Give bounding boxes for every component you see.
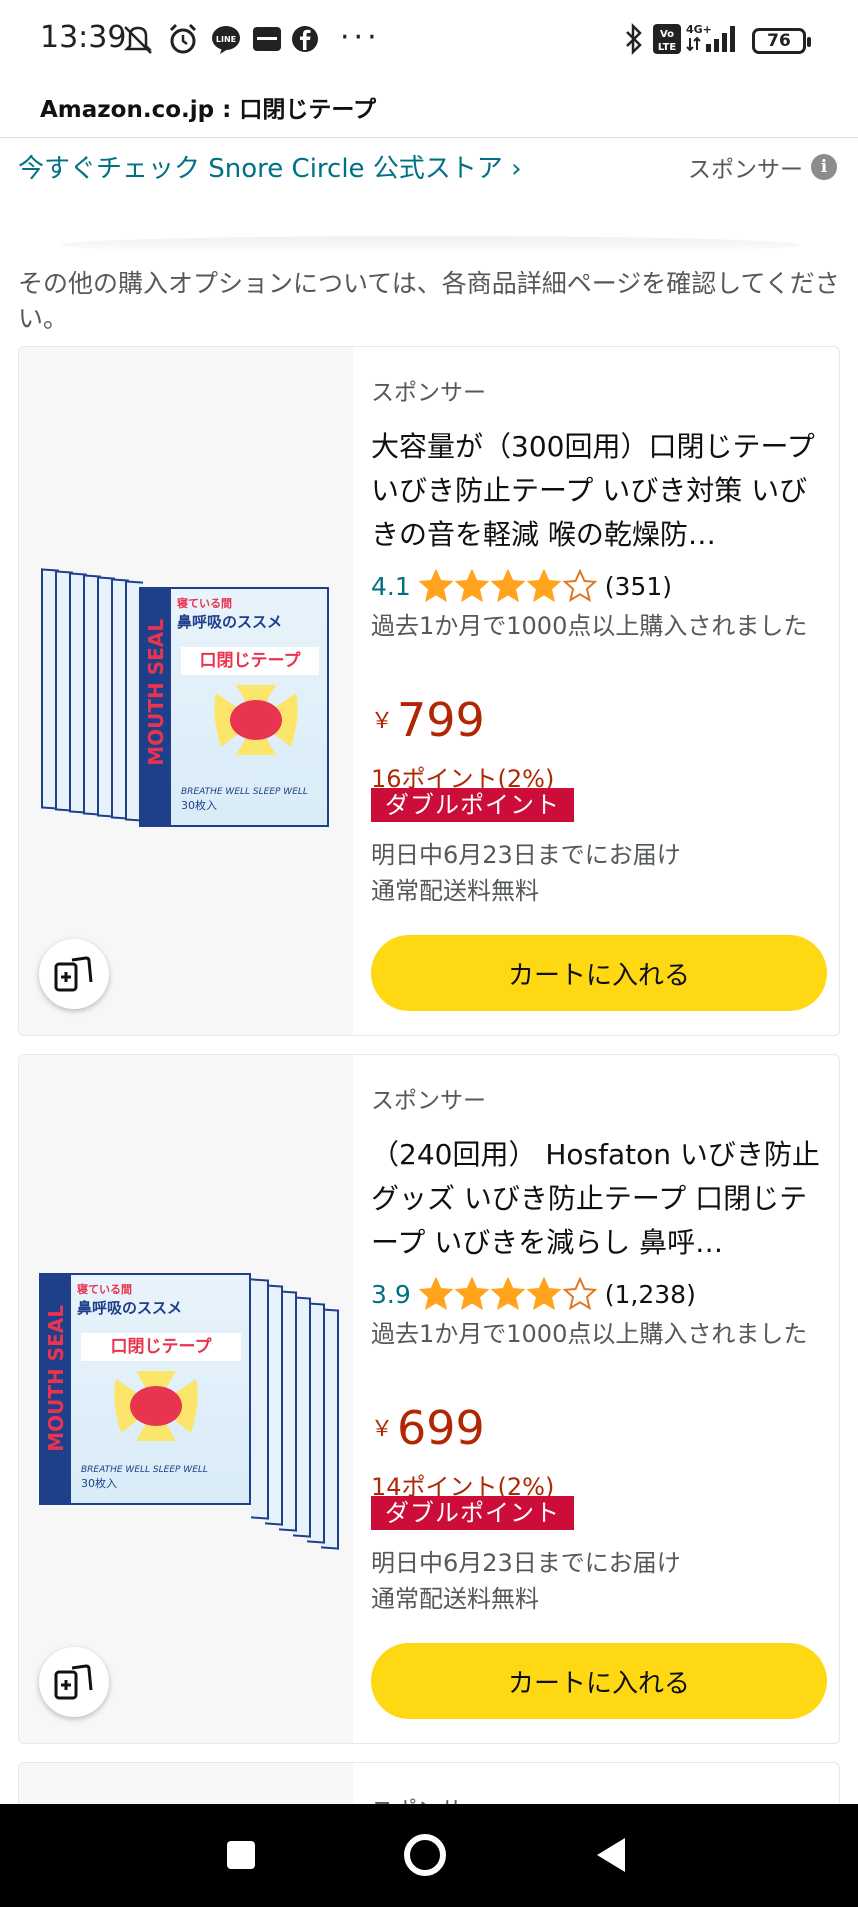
alarm-icon — [166, 22, 200, 56]
star-rating — [418, 1277, 597, 1311]
double-points-badge: ダブルポイント — [371, 1496, 574, 1530]
status-time: 13:39 — [40, 20, 127, 55]
price-amount: 699 — [397, 1401, 485, 1455]
info-icon[interactable]: i — [811, 154, 837, 180]
shipping-fee: 通常配送料無料 — [371, 877, 539, 905]
store-link[interactable]: 今すぐチェック Snore Circle 公式ストア › — [18, 148, 521, 185]
mute-icon — [120, 22, 156, 56]
review-count: (1,238) — [604, 1279, 696, 1309]
star-full-icon — [454, 569, 489, 603]
store-sponsor[interactable]: スポンサー i — [688, 150, 837, 184]
page-title-bar: Amazon.co.jp : 口閉じテープ — [0, 80, 858, 138]
star-full-icon — [526, 1277, 561, 1311]
add-to-cart-button[interactable]: カートに入れる — [371, 1643, 827, 1719]
price-amount: 799 — [397, 693, 485, 747]
compare-button[interactable] — [39, 939, 109, 1009]
svg-text:4G+: 4G+ — [686, 23, 712, 36]
battery-level: 76 — [767, 31, 791, 51]
facebook-icon — [290, 22, 320, 56]
package-tagline: 寝ている間 — [177, 597, 232, 610]
recents-icon — [227, 1841, 255, 1869]
star-full-icon — [454, 1277, 489, 1311]
package-count: 30枚入 — [181, 799, 217, 812]
price: ￥ 699 — [371, 1401, 485, 1455]
star-full-icon — [490, 569, 525, 603]
package-slogan: BREATHE WELL SLEEP WELL — [181, 787, 308, 797]
signal-icon: 4G+ — [686, 22, 742, 56]
package-slogan: BREATHE WELL SLEEP WELL — [81, 1465, 208, 1475]
bluetooth-icon — [622, 22, 646, 56]
add-compare-icon — [54, 1664, 93, 1700]
package-header: 寝ている間 鼻呼吸のススメ — [177, 595, 323, 635]
rating-value: 3.9 — [371, 1279, 411, 1309]
line-icon: LINE — [210, 22, 242, 56]
delivery-info: 明日中6月23日までにお届け 通常配送料無料 — [371, 1545, 681, 1617]
overflow-dots: ··· — [340, 20, 381, 55]
volte-icon: Vo LTE — [652, 22, 682, 56]
back-button[interactable] — [588, 1832, 634, 1878]
options-note: その他の購入オプションについては、各商品詳細ページを確認してください。 — [18, 269, 840, 333]
home-button[interactable] — [402, 1832, 448, 1878]
package-tagline: 寝ている間 — [77, 1283, 132, 1296]
product-image[interactable]: MOUTH SEAL 寝ている間 鼻呼吸のススメ 口閉じテープ 30枚入 BRE… — [19, 1055, 353, 1743]
star-empty-icon — [562, 569, 597, 603]
product-card[interactable]: MOUTH SEAL 寝ている間 鼻呼吸のススメ 口閉じテープ 30枚入 BRE… — [18, 1054, 840, 1744]
star-full-icon — [490, 1277, 525, 1311]
product-image[interactable]: MOUTH SEAL 寝ている間 鼻呼吸のススメ 口閉じテープ 30枚入 BRE… — [19, 347, 353, 1035]
package-title-band: 口閉じテープ — [181, 647, 319, 675]
samsung-icon — [252, 22, 282, 56]
star-full-icon — [418, 569, 453, 603]
price: ￥ 799 — [371, 693, 485, 747]
rating-value: 4.1 — [371, 571, 411, 601]
price-symbol: ￥ — [371, 709, 394, 734]
shipping-fee: 通常配送料無料 — [371, 1585, 539, 1613]
star-rating — [418, 569, 597, 603]
package-front: MOUTH SEAL 寝ている間 鼻呼吸のススメ 口閉じテープ 30枚入 BRE… — [39, 1273, 251, 1505]
price-symbol: ￥ — [371, 1417, 394, 1442]
package-header-text: 鼻呼吸のススメ — [177, 613, 283, 631]
mouth-tape-graphic — [214, 685, 298, 755]
add-compare-icon — [54, 956, 93, 992]
add-to-cart-button[interactable]: カートに入れる — [371, 935, 827, 1011]
svg-text:LINE: LINE — [216, 35, 236, 44]
svg-text:Vo: Vo — [660, 29, 674, 40]
compare-button[interactable] — [39, 1647, 109, 1717]
delivery-date: 明日中6月23日までにお届け — [371, 1549, 681, 1577]
package-count: 30枚入 — [81, 1477, 117, 1490]
navigation-bar — [0, 1804, 858, 1907]
rating-row[interactable]: 3.9 (1,238) — [371, 1277, 696, 1311]
package-side-text: MOUTH SEAL — [44, 1305, 68, 1452]
double-points-badge: ダブルポイント — [371, 788, 574, 822]
delivery-info: 明日中6月23日までにお届け 通常配送料無料 — [371, 837, 681, 909]
sponsor-label: スポンサー — [371, 1088, 486, 1114]
mouth-tape-graphic — [114, 1371, 198, 1441]
back-icon — [597, 1838, 625, 1872]
product-card[interactable]: MOUTH SEAL 寝ている間 鼻呼吸のススメ 口閉じテープ 30枚入 BRE… — [18, 346, 840, 1036]
status-bar: 13:39 LINE ··· Vo LTE 4G+ 76 — [0, 0, 858, 80]
delivery-date: 明日中6月23日までにお届け — [371, 841, 681, 869]
product-title[interactable]: （240回用） Hosfaton いびき防止グッズ いびき防止テープ 口閉じテー… — [371, 1133, 831, 1265]
home-icon — [404, 1834, 446, 1876]
recents-button[interactable] — [218, 1832, 264, 1878]
package-title-band: 口閉じテープ — [81, 1333, 241, 1361]
package-header: 寝ている間 鼻呼吸のススメ — [77, 1281, 245, 1321]
package-side-text: MOUTH SEAL — [144, 619, 168, 766]
battery-indicator: 76 — [752, 28, 811, 54]
divider — [60, 236, 800, 254]
rating-row[interactable]: 4.1 (351) — [371, 569, 672, 603]
sponsor-label: スポンサー — [371, 380, 486, 406]
svg-text:LTE: LTE — [658, 42, 677, 53]
star-full-icon — [418, 1277, 453, 1311]
package-stack-edge — [251, 1278, 269, 1520]
star-full-icon — [526, 569, 561, 603]
sponsor-label: スポンサー — [688, 157, 803, 183]
bought-note: 過去1か月で1000点以上購入されました — [371, 1320, 808, 1348]
product-title[interactable]: 大容量が（300回用）口閉じテープ いびき防止テープ いびき対策 いびきの音を軽… — [371, 425, 831, 557]
package-front: MOUTH SEAL 寝ている間 鼻呼吸のススメ 口閉じテープ 30枚入 BRE… — [139, 587, 329, 827]
review-count: (351) — [604, 571, 672, 601]
bought-note: 過去1か月で1000点以上購入されました — [371, 612, 808, 640]
page-title: Amazon.co.jp : 口閉じテープ — [40, 97, 376, 123]
package-header-text: 鼻呼吸のススメ — [77, 1299, 183, 1317]
star-empty-icon — [562, 1277, 597, 1311]
